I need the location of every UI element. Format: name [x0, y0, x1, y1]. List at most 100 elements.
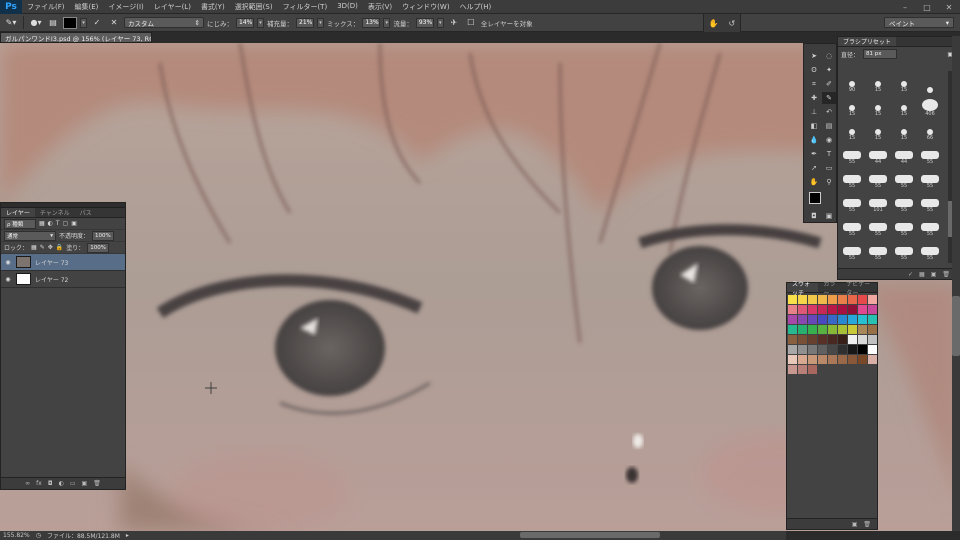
menu-item-0[interactable]: ファイル(F): [22, 2, 70, 12]
dodge-tool-icon[interactable]: ◉: [822, 134, 836, 146]
color-swatch[interactable]: [808, 305, 817, 314]
color-swatch[interactable]: [848, 335, 857, 344]
color-swatch[interactable]: [838, 345, 847, 354]
color-swatch[interactable]: [818, 325, 827, 334]
crop-tool-icon[interactable]: ⌗: [807, 78, 821, 90]
flow-input[interactable]: 93%: [415, 17, 434, 28]
color-swatch[interactable]: [858, 335, 867, 344]
layer-footer-icon-3[interactable]: ◐: [59, 480, 64, 487]
horizontal-scroll-thumb[interactable]: [520, 532, 660, 538]
filter-smart-icon[interactable]: ▣: [71, 220, 77, 227]
swatch-tab-2[interactable]: ナビゲーター: [841, 281, 877, 297]
gradient-tool-icon[interactable]: ▤: [822, 120, 836, 132]
brush-preset[interactable]: 55: [840, 215, 864, 237]
menu-item-2[interactable]: イメージ(I): [103, 2, 148, 12]
color-swatch[interactable]: [828, 345, 837, 354]
color-swatch[interactable]: [828, 355, 837, 364]
load-dropdown[interactable]: ▾: [317, 17, 324, 28]
layer-footer-icon-1[interactable]: fx: [36, 480, 42, 487]
eyedropper-tool-icon[interactable]: ✐: [822, 78, 836, 90]
menu-item-3[interactable]: レイヤー(L): [149, 2, 196, 12]
history-brush-icon[interactable]: ↶: [822, 106, 836, 118]
color-swatch[interactable]: [828, 315, 837, 324]
quick-select-icon[interactable]: ✦: [822, 64, 836, 76]
brush-toggle-icon[interactable]: ✓: [908, 271, 913, 278]
brush-preset[interactable]: 55: [918, 167, 942, 189]
color-swatch[interactable]: [818, 345, 827, 354]
filter-pixel-icon[interactable]: ▦: [39, 220, 45, 227]
wet-dropdown[interactable]: ▾: [257, 17, 264, 28]
color-swatch[interactable]: [838, 295, 847, 304]
color-swatch[interactable]: [798, 355, 807, 364]
zoom-tool-icon[interactable]: ⚲: [822, 176, 836, 188]
mixer-brush-tool-icon[interactable]: ✎: [822, 92, 836, 104]
color-swatch[interactable]: [808, 345, 817, 354]
healing-tool-icon[interactable]: ✚: [807, 92, 821, 104]
document-tab[interactable]: ガルパンワンドI3.psd @ 156% (レイヤー 73, RGB/16) *…: [0, 32, 152, 43]
color-swatch[interactable]: [808, 315, 817, 324]
color-swatch[interactable]: [868, 335, 877, 344]
color-swatch[interactable]: [788, 355, 797, 364]
wet-input[interactable]: 14%: [236, 17, 254, 28]
color-swatch[interactable]: [858, 315, 867, 324]
airbrush-icon[interactable]: ✈: [447, 16, 461, 29]
menu-item-4[interactable]: 書式(Y): [196, 2, 230, 12]
fill-input[interactable]: 100%: [87, 242, 109, 253]
color-swatch[interactable]: [858, 345, 867, 354]
color-swatch[interactable]: [818, 295, 827, 304]
color-swatch[interactable]: [868, 295, 877, 304]
color-swatch[interactable]: [788, 365, 797, 374]
brush-preset[interactable]: 15: [892, 119, 916, 141]
kind-filter-dropdown[interactable]: ρ 種類: [4, 218, 36, 229]
close-button[interactable]: ✕: [938, 0, 960, 14]
menu-item-7[interactable]: 3D(D): [332, 2, 363, 12]
shape-tool-icon[interactable]: ▭: [822, 162, 836, 174]
pressure-size-icon[interactable]: ↺: [728, 19, 735, 28]
minimize-button[interactable]: –: [894, 0, 916, 14]
vertical-scroll-thumb[interactable]: [952, 296, 960, 356]
color-swatch[interactable]: [868, 305, 877, 314]
color-swatch[interactable]: [798, 295, 807, 304]
brush-preset[interactable]: 15: [866, 71, 890, 93]
brush-preset[interactable]: 55: [918, 191, 942, 213]
brush-preset[interactable]: 15: [866, 119, 890, 141]
eraser-tool-icon[interactable]: ◧: [807, 120, 821, 132]
color-swatch[interactable]: [798, 315, 807, 324]
move-tool-icon[interactable]: ➤: [807, 50, 821, 62]
path-select-icon[interactable]: ➚: [807, 162, 821, 174]
load-input[interactable]: 21%: [296, 17, 314, 28]
flow-dropdown[interactable]: ▾: [436, 17, 444, 28]
color-swatch[interactable]: [858, 295, 867, 304]
color-swatch[interactable]: [788, 335, 797, 344]
brush-preset[interactable]: 90: [840, 71, 864, 93]
menu-item-5[interactable]: 選択範囲(S): [230, 2, 278, 12]
type-tool-icon[interactable]: T: [822, 148, 836, 160]
brush-preset[interactable]: 406: [918, 95, 942, 117]
tab-1[interactable]: チャンネル: [35, 208, 75, 217]
load-brush-icon[interactable]: ✓: [90, 16, 104, 29]
current-color-swatch[interactable]: [63, 16, 77, 29]
clean-brush-icon[interactable]: ✕: [107, 16, 121, 29]
menu-item-6[interactable]: フィルター(T): [278, 2, 333, 12]
brush-preset[interactable]: 55: [840, 191, 864, 213]
eye-icon[interactable]: ◉: [4, 276, 12, 283]
quick-mask-icon[interactable]: ◘: [807, 210, 821, 222]
color-swatch[interactable]: [868, 355, 877, 364]
brush-preset[interactable]: 55: [892, 167, 916, 189]
brush-panel-icon[interactable]: ▤: [46, 16, 60, 29]
color-swatch[interactable]: [808, 355, 817, 364]
color-swatch[interactable]: [838, 305, 847, 314]
color-swatch[interactable]: [838, 335, 847, 344]
color-swatch[interactable]: [818, 315, 827, 324]
brush-preset[interactable]: 55: [918, 143, 942, 165]
color-swatch[interactable]: [848, 295, 857, 304]
color-swatch[interactable]: [798, 305, 807, 314]
color-swatch[interactable]: [828, 295, 837, 304]
preset-dropdown[interactable]: カスタム ⇕: [124, 17, 204, 28]
lock-all-icon[interactable]: 🔒: [56, 244, 63, 251]
vertical-scrollbar[interactable]: [952, 36, 960, 531]
color-swatch[interactable]: [808, 295, 817, 304]
color-swatch[interactable]: [788, 345, 797, 354]
color-swatch[interactable]: [848, 305, 857, 314]
color-swatch[interactable]: [788, 315, 797, 324]
